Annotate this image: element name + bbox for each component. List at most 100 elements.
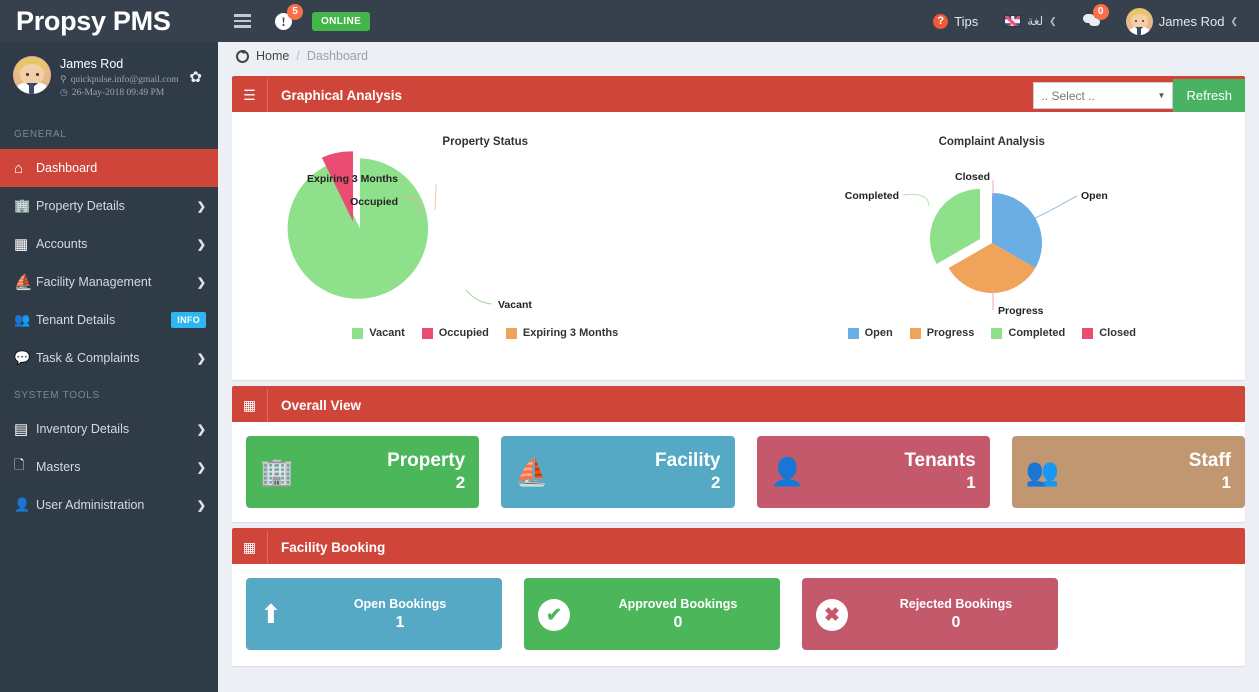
sidebar-user-email: quickpulse.info@gmail.com [70, 74, 179, 85]
sidebar-user-name: James Rod [60, 57, 124, 71]
legend-label: Open [864, 327, 893, 339]
overall-card-tenants[interactable]: 👤 Tenants 1 [756, 436, 990, 508]
back-arrow-icon [236, 49, 249, 63]
sidebar-item-user-administration[interactable]: 👤 User Administration ❯ [0, 486, 218, 524]
chevron-down-icon: ▼ [1157, 91, 1166, 100]
user-menu-name: James Rod [1158, 13, 1225, 29]
online-status-badge[interactable]: ONLINE [312, 11, 371, 31]
language-selector[interactable]: لغة ❮ [991, 0, 1069, 42]
tips-button[interactable]: ? Tips [920, 0, 991, 42]
language-label: لغة [1027, 14, 1044, 28]
chart-title: Property Status [442, 136, 529, 148]
messages-button[interactable]: 0 [1070, 0, 1113, 42]
legend-label: Occupied [438, 327, 489, 339]
table-icon[interactable]: ▦ [232, 531, 268, 564]
sidebar-item-task-complaints[interactable]: 💬 Task & Complaints ❯ [0, 339, 218, 377]
building-icon: 🏢 [14, 198, 31, 213]
legend-item[interactable]: Occupied [421, 327, 489, 339]
sidebar-item-dashboard[interactable]: ⌂ Dashboard [0, 149, 218, 187]
upload-icon: ⬆ [260, 598, 282, 629]
list-icon[interactable]: ☰ [232, 79, 268, 112]
pie-label-vacant: Vacant [498, 299, 532, 311]
leader-line-open [1034, 195, 1077, 219]
sidebar-item-label: Task & Complaints [36, 351, 140, 365]
legend-swatch [909, 327, 921, 339]
sidebar-item-inventory-details[interactable]: ▤ Inventory Details ❯ [0, 410, 218, 448]
sidebar-nav: GENERAL ⌂ Dashboard 🏢 Property Details ❯ ▦ Acco… [0, 116, 218, 524]
booking-card-rejected-bookings[interactable]: ✖ Rejected Bookings 0 [802, 578, 1058, 650]
sidebar-item-property-details[interactable]: 🏢 Property Details ❯ [0, 187, 218, 225]
avatar [13, 56, 51, 94]
users-icon: 👥 [14, 312, 31, 327]
legend-swatch [847, 327, 859, 339]
comments-icon: 💬 [14, 350, 31, 365]
pie-label-completed: Completed [844, 190, 898, 202]
chevron-right-icon: ❯ [196, 499, 206, 512]
overall-card-property[interactable]: 🏢 Property 2 [246, 436, 480, 508]
pie-label-open: Open [1081, 190, 1108, 202]
sidebar-section-title: GENERAL [14, 129, 67, 140]
legend-item[interactable]: Closed [1082, 327, 1136, 339]
breadcrumb-home[interactable]: Home [256, 49, 289, 63]
messages-badge: 0 [1092, 4, 1109, 20]
chevron-down-icon: ❮ [1230, 15, 1238, 26]
pie-label-progress: Progress [998, 305, 1044, 317]
legend-swatch [421, 327, 433, 339]
refresh-button[interactable]: Refresh [1173, 79, 1245, 112]
complaint-analysis-chart: Complaint Analysis Closed Completed Open… [739, 112, 1246, 380]
main-content: Home / Dashboard ☰ Graphical Analysis ..… [218, 42, 1259, 692]
booking-cards-row: ⬆ Open Bookings 1 ✔ Approved Bookings 0 ✖ Rejec… [232, 564, 1245, 666]
sidebar-user-panel: James Rod ⚲ quickpulse.info@gmail.com ◷ … [0, 42, 218, 116]
app-brand: Propsy PMS [0, 0, 218, 42]
booking-card-title: Rejected Bookings [899, 596, 1013, 611]
legend-item[interactable]: Expiring 3 Months [505, 327, 618, 339]
chart-title: Complaint Analysis [938, 136, 1045, 148]
facility-booking-header: ▦ Facility Booking [232, 531, 1245, 564]
chevron-right-icon: ❯ [196, 423, 206, 436]
file-icon: 🗋 [14, 457, 25, 472]
pie-label-occupied: Occupied [350, 196, 398, 208]
facility-booking-title: Facility Booking [281, 540, 386, 555]
buildings-icon: 🏢 [260, 457, 294, 487]
user-menu[interactable]: James Rod ❮ [1113, 0, 1251, 42]
legend-item[interactable]: Progress [909, 327, 975, 339]
legend-item[interactable]: Vacant [352, 327, 405, 339]
sidebar-item-tenant-details[interactable]: 👥 Tenant Details INFO [0, 301, 218, 339]
overall-card-title: Property [387, 450, 466, 472]
calculator-icon: ▦ [14, 236, 29, 253]
property-select[interactable]: .. Select .. ▼ [1033, 82, 1174, 109]
tips-label: Tips [954, 13, 979, 29]
charts-row: Property Status Expiring 3 Months Occupi… [232, 112, 1245, 380]
sidebar-item-masters[interactable]: 🗋 Masters ❯ [0, 448, 218, 486]
pie-slice-completed[interactable] [929, 189, 980, 264]
sidebar-user-email-row: ⚲ quickpulse.info@gmail.com [60, 74, 179, 85]
cross-icon: ✖ [816, 597, 868, 632]
gear-icon[interactable]: ✿ [189, 68, 202, 86]
topbar-right-group: ? Tips لغة ❮ 0 James Rod ❮ [920, 0, 1259, 42]
boat-icon: ⛵ [515, 457, 549, 487]
booking-card-approved-bookings[interactable]: ✔ Approved Bookings 0 [524, 578, 780, 650]
sidebar-item-facility-management[interactable]: ⛵ Facility Management ❯ [0, 263, 218, 301]
booking-card-open-bookings[interactable]: ⬆ Open Bookings 1 [246, 578, 502, 650]
property-status-chart: Property Status Expiring 3 Months Occupi… [232, 112, 739, 380]
uk-flag-icon [1004, 15, 1022, 27]
overall-card-value: 1 [1221, 472, 1231, 492]
sidebar-user-timestamp: 26-May-2018 09:49 PM [71, 87, 165, 98]
legend-item[interactable]: Open [847, 327, 893, 339]
legend-item[interactable]: Completed [991, 327, 1065, 339]
staff-icon: 👥 [1025, 457, 1060, 487]
alerts-button[interactable]: ! 5 [273, 3, 303, 32]
legend-label: Closed [1099, 327, 1136, 339]
overall-card-staff[interactable]: 👥 Staff 1 [1011, 436, 1245, 508]
map-pin-icon: ⚲ [60, 74, 67, 84]
complaint-analysis-pie-svg: Closed Completed Open Progress [844, 171, 1108, 317]
table-icon[interactable]: ▦ [232, 389, 268, 422]
topbar-left-group: ! 5 ONLINE [218, 3, 371, 32]
sidebar-toggle-icon[interactable] [230, 10, 255, 32]
facility-booking-panel: ▦ Facility Booking ⬆ Open Bookings 1 ✔ Appro… [232, 528, 1245, 666]
sidebar-item-accounts[interactable]: ▦ Accounts ❯ [0, 225, 218, 263]
legend-label: Progress [926, 327, 975, 339]
chevron-right-icon: ❯ [196, 352, 206, 365]
legend-swatch [352, 327, 364, 339]
overall-card-facility[interactable]: ⛵ Facility 2 [501, 436, 735, 508]
